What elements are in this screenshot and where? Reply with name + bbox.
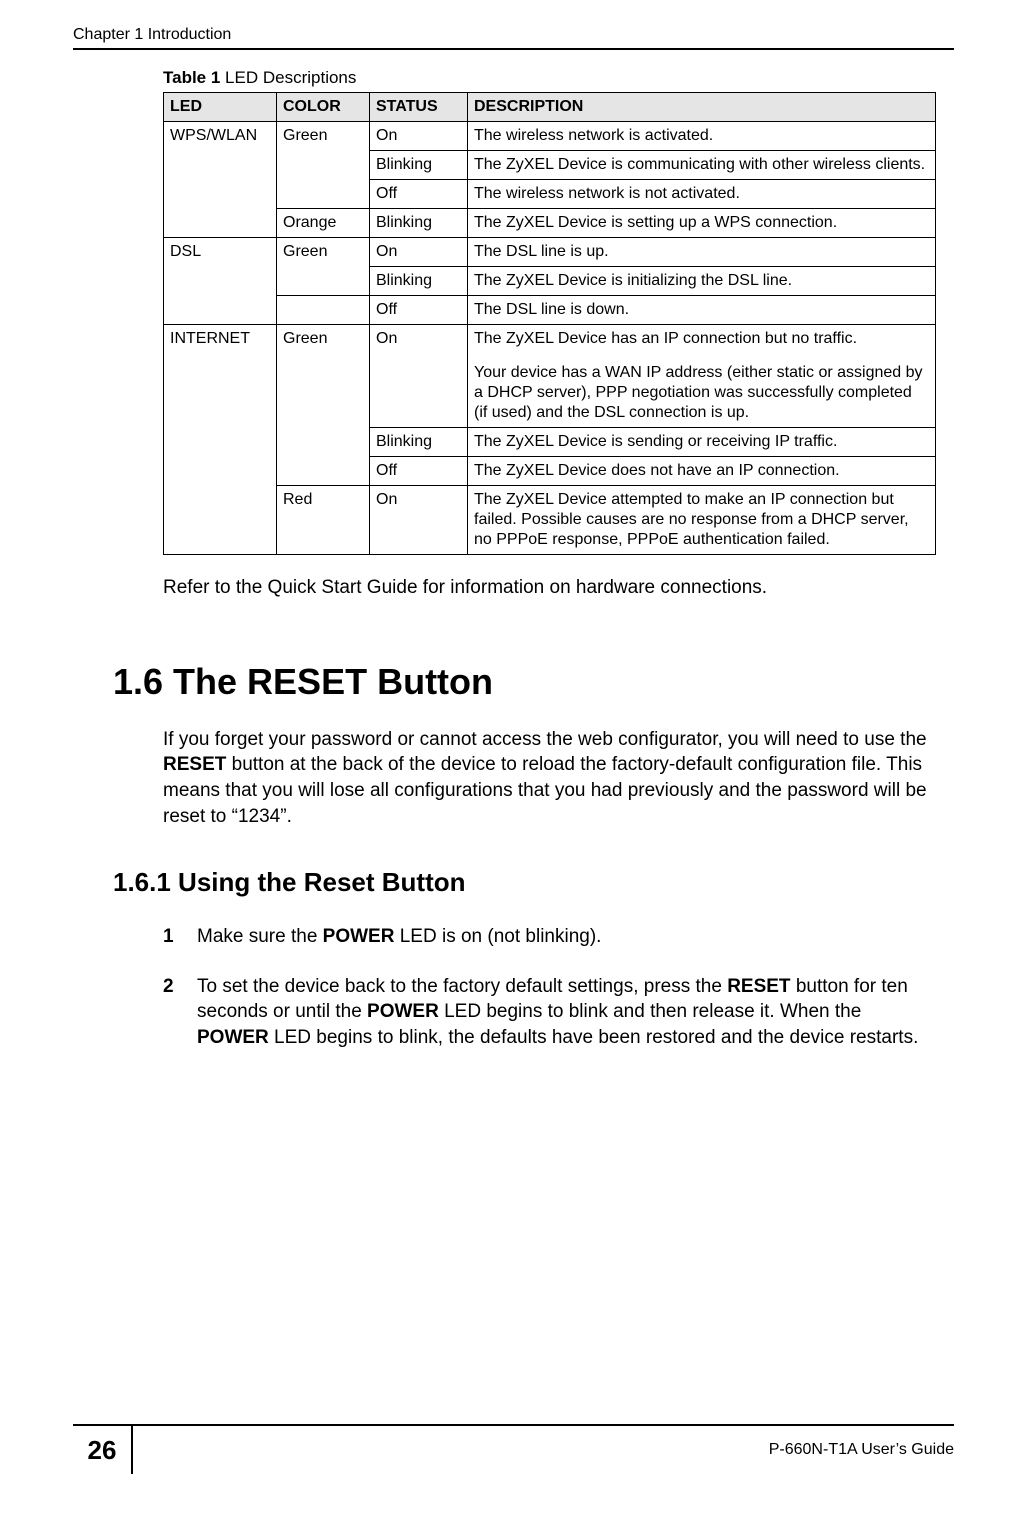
- cell-status: Blinking: [370, 428, 468, 457]
- cell-status: Blinking: [370, 267, 468, 296]
- para-text: button at the back of the device to relo…: [163, 754, 927, 826]
- footer-guide-title: P-660N-T1A User’s Guide: [769, 1441, 954, 1459]
- list-item: Make sure the POWER LED is on (not blink…: [163, 924, 936, 950]
- cell-desc: The ZyXEL Device attempted to make an IP…: [468, 486, 936, 555]
- step-bold: RESET: [727, 976, 790, 997]
- step-text: LED begins to blink and then release it.…: [439, 1001, 861, 1022]
- table-row: INTERNET Green On The ZyXEL Device has a…: [164, 325, 936, 428]
- th-color: COLOR: [277, 93, 370, 122]
- cell-status: On: [370, 325, 468, 428]
- step-text: Make sure the: [197, 926, 323, 947]
- cell-desc: The DSL line is down.: [468, 296, 936, 325]
- running-head: Chapter 1 Introduction: [73, 26, 954, 50]
- step-bold: POWER: [197, 1027, 269, 1048]
- page-number: 26: [73, 1426, 133, 1474]
- step-bold: POWER: [323, 926, 395, 947]
- cell-desc: The ZyXEL Device is communicating with o…: [468, 151, 936, 180]
- cell-status: On: [370, 486, 468, 555]
- table-caption: Table 1 LED Descriptions: [163, 68, 936, 88]
- steps-list: Make sure the POWER LED is on (not blink…: [163, 924, 936, 1051]
- para-bold: RESET: [163, 754, 226, 775]
- table-row: WPS/WLAN Green On The wireless network i…: [164, 122, 936, 151]
- main-content: Table 1 LED Descriptions LED COLOR STATU…: [163, 68, 936, 1075]
- cell-color: Red: [277, 486, 370, 555]
- cell-status: On: [370, 122, 468, 151]
- cell-desc: The ZyXEL Device has an IP connection bu…: [468, 325, 936, 428]
- step-text: To set the device back to the factory de…: [197, 976, 727, 997]
- step-text: LED begins to blink, the defaults have b…: [269, 1027, 919, 1048]
- cell-status: Off: [370, 180, 468, 209]
- cell-led: INTERNET: [164, 325, 277, 555]
- cell-desc: The wireless network is activated.: [468, 122, 936, 151]
- section-heading: 1.6 The RESET Button: [113, 661, 936, 703]
- cell-led: DSL: [164, 238, 277, 325]
- th-description: DESCRIPTION: [468, 93, 936, 122]
- cell-desc: The ZyXEL Device is initializing the DSL…: [468, 267, 936, 296]
- cell-status: Off: [370, 457, 468, 486]
- running-head-text: Chapter 1 Introduction: [73, 26, 231, 44]
- cell-color: Orange: [277, 209, 370, 238]
- cell-color: Green: [277, 122, 370, 209]
- step-bold: POWER: [367, 1001, 439, 1022]
- para-text: If you forget your password or cannot ac…: [163, 729, 927, 750]
- cell-desc: The ZyXEL Device is setting up a WPS con…: [468, 209, 936, 238]
- cell-status: Blinking: [370, 209, 468, 238]
- cell-color: Green: [277, 325, 370, 486]
- subsection-heading: 1.6.1 Using the Reset Button: [113, 867, 936, 898]
- table-row: Red On The ZyXEL Device attempted to mak…: [164, 486, 936, 555]
- cell-led: WPS/WLAN: [164, 122, 277, 238]
- cell-desc: The ZyXEL Device does not have an IP con…: [468, 457, 936, 486]
- cell-desc-p1: The ZyXEL Device has an IP connection bu…: [474, 329, 929, 349]
- cell-status: Blinking: [370, 151, 468, 180]
- cell-desc-p2: Your device has a WAN IP address (either…: [474, 363, 929, 423]
- after-table-text: Refer to the Quick Start Guide for infor…: [163, 575, 936, 601]
- step-text: LED is on (not blinking).: [394, 926, 601, 947]
- section-paragraph: If you forget your password or cannot ac…: [163, 727, 936, 830]
- table-caption-bold: Table 1: [163, 68, 220, 87]
- footer: 26 P-660N-T1A User’s Guide: [73, 1424, 954, 1474]
- list-item: To set the device back to the factory de…: [163, 974, 936, 1051]
- led-table: LED COLOR STATUS DESCRIPTION WPS/WLAN Gr…: [163, 92, 936, 555]
- cell-desc: The DSL line is up.: [468, 238, 936, 267]
- cell-color: [277, 296, 370, 325]
- table-row: Orange Blinking The ZyXEL Device is sett…: [164, 209, 936, 238]
- cell-desc: The wireless network is not activated.: [468, 180, 936, 209]
- th-status: STATUS: [370, 93, 468, 122]
- table-row: Off The DSL line is down.: [164, 296, 936, 325]
- th-led: LED: [164, 93, 277, 122]
- cell-status: On: [370, 238, 468, 267]
- cell-color: Green: [277, 238, 370, 296]
- table-row: DSL Green On The DSL line is up.: [164, 238, 936, 267]
- cell-desc: The ZyXEL Device is sending or receiving…: [468, 428, 936, 457]
- cell-status: Off: [370, 296, 468, 325]
- table-caption-rest: LED Descriptions: [220, 68, 356, 87]
